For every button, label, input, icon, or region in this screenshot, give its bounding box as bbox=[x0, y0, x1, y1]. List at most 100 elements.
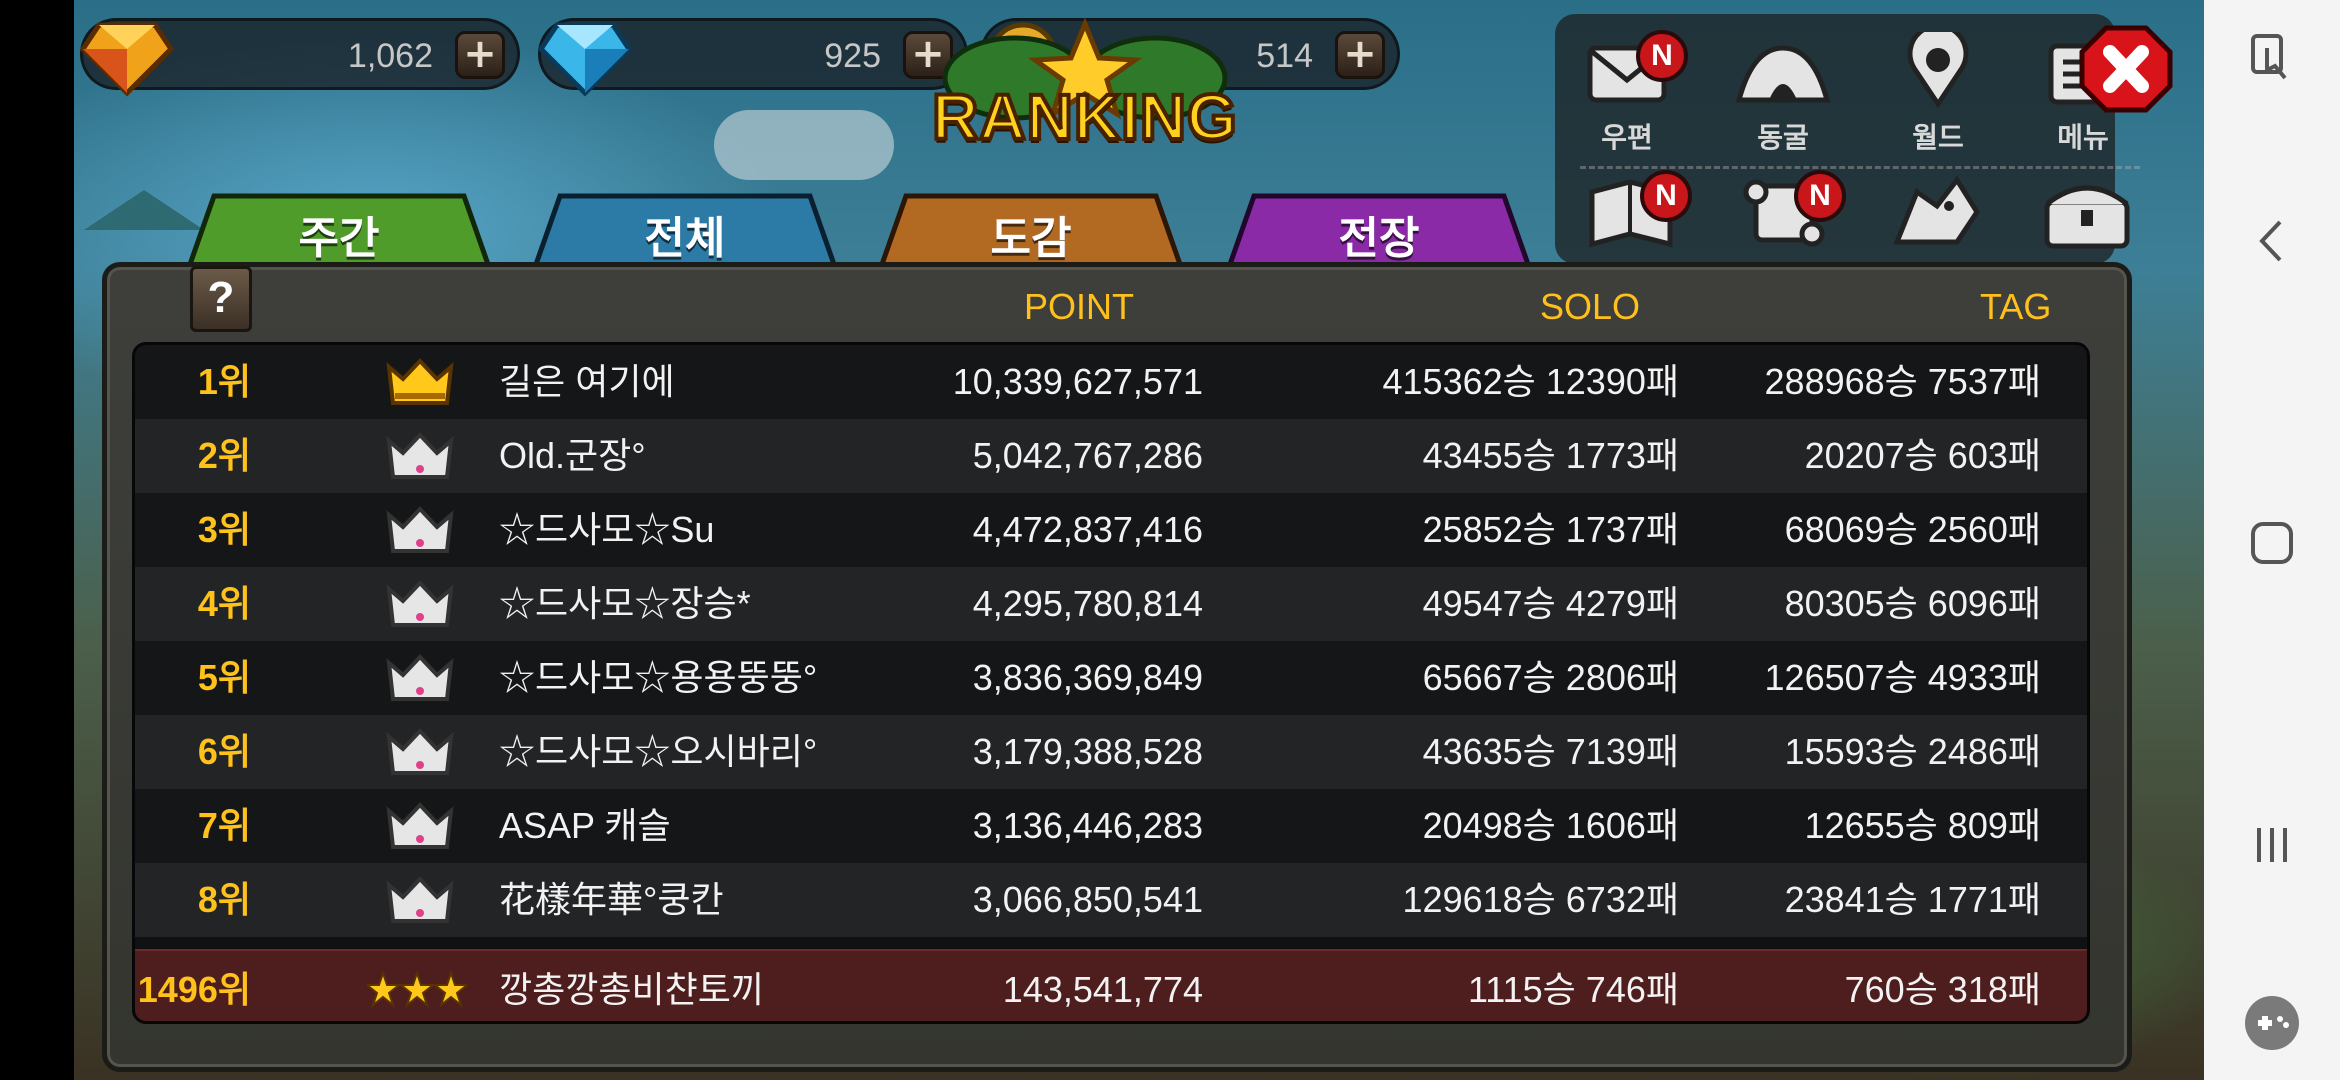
table-row[interactable]: 2위 Old.군장° 5,042,767,286 43455승 1773패 20… bbox=[135, 419, 2087, 493]
scroll-new-badge: N bbox=[1794, 170, 1846, 222]
close-icon bbox=[2079, 25, 2173, 113]
gold-crown-icon bbox=[386, 358, 454, 405]
world-pin-icon bbox=[1907, 23, 1969, 109]
my-solo-cell: 1115승 746패 bbox=[1467, 969, 1679, 1010]
recent-apps-button[interactable] bbox=[2204, 800, 2340, 890]
touch-lock-icon bbox=[2251, 34, 2287, 80]
tab-weekly[interactable]: 주간 bbox=[184, 190, 494, 270]
tab-battlefield[interactable]: 전장 bbox=[1224, 190, 1534, 270]
recent-apps-icon bbox=[2257, 828, 2287, 862]
add-gold-gem-button[interactable]: + bbox=[455, 31, 505, 79]
player-name-cell: ☆드사모☆Su bbox=[499, 509, 715, 550]
back-button[interactable] bbox=[2204, 196, 2340, 286]
tab-collection-label: 도감 bbox=[990, 213, 1072, 264]
diamond-icon bbox=[537, 22, 633, 97]
player-name-cell: 花樣年華°쿵칸 bbox=[499, 879, 724, 920]
player-name-cell: ☆드사모☆오시바리° bbox=[499, 731, 818, 772]
game-tools-button[interactable] bbox=[2204, 978, 2340, 1068]
table-row[interactable]: 3위 ☆드사모☆Su 4,472,837,416 25852승 1737패 68… bbox=[135, 493, 2087, 567]
ranking-title: RANKING bbox=[930, 79, 1239, 155]
game-controller-icon bbox=[2245, 996, 2299, 1050]
diamond-value: 925 bbox=[824, 37, 881, 75]
cave-icon bbox=[1735, 45, 1831, 103]
tag-cell: 23841승 1771패 bbox=[1784, 879, 2041, 920]
table-row[interactable]: 7위 ASAP 캐슬 3,136,446,283 20498승 1606패 12… bbox=[135, 789, 2087, 863]
solo-cell: 49547승 4279패 bbox=[1422, 583, 1679, 624]
close-button[interactable] bbox=[2078, 24, 2174, 114]
tab-weekly-label: 주간 bbox=[298, 213, 380, 264]
dragon-icon bbox=[1893, 175, 1980, 245]
rank-cell: 5위 bbox=[197, 657, 251, 698]
left-black-bar bbox=[0, 0, 74, 1080]
back-icon bbox=[2259, 220, 2282, 262]
gold-gem-icon bbox=[79, 22, 175, 97]
column-header-solo: SOLO bbox=[1540, 286, 1641, 327]
tag-cell: 68069승 2560패 bbox=[1784, 509, 2041, 550]
solo-cell: 129618승 6732패 bbox=[1402, 879, 1679, 920]
rank-cell: 2위 bbox=[197, 435, 251, 476]
silver-crown-icon bbox=[386, 506, 454, 553]
solo-cell: 43455승 1773패 bbox=[1422, 435, 1679, 476]
my-tag-cell: 760승 318패 bbox=[1844, 969, 2041, 1010]
ranking-logo: RANKING bbox=[895, 18, 1275, 168]
player-name-cell: Old.군장° bbox=[499, 435, 646, 476]
point-cell: 4,295,780,814 bbox=[972, 583, 1203, 624]
tab-all-label: 전체 bbox=[644, 213, 726, 264]
ranking-table: 1위 길은 여기에 10,339,627,571 415362승 12390패 … bbox=[132, 342, 2090, 1024]
tag-cell: 126507승 4933패 bbox=[1764, 657, 2041, 698]
three-stars-icon bbox=[367, 971, 467, 1008]
gold-gem-value: 1,062 bbox=[347, 37, 433, 75]
system-navigation-bar bbox=[2204, 0, 2340, 1080]
menu-world[interactable]: 월드 bbox=[1883, 23, 1993, 156]
point-cell: 3,836,369,849 bbox=[972, 657, 1203, 698]
silver-crown-icon bbox=[386, 580, 454, 627]
player-name-cell: ASAP 캐슬 bbox=[499, 805, 671, 846]
column-header-tag: TAG bbox=[1980, 286, 2052, 327]
player-name-cell: ☆드사모☆장승* bbox=[499, 583, 751, 624]
menu-world-label: 월드 bbox=[1912, 121, 1964, 154]
tab-all[interactable]: 전체 bbox=[530, 190, 840, 270]
tag-cell: 12655승 809패 bbox=[1804, 805, 2041, 846]
help-button[interactable]: ? bbox=[190, 266, 252, 332]
tab-battlefield-label: 전장 bbox=[1338, 213, 1420, 264]
mail-new-badge: N bbox=[1636, 30, 1688, 82]
table-row[interactable]: 1위 길은 여기에 10,339,627,571 415362승 12390패 … bbox=[135, 345, 2087, 419]
rank-cell: 6위 bbox=[197, 731, 251, 772]
table-row[interactable]: 4위 ☆드사모☆장승* 4,295,780,814 49547승 4279패 8… bbox=[135, 567, 2087, 641]
tag-cell: 15593승 2486패 bbox=[1784, 731, 2041, 772]
solo-cell: 43635승 7139패 bbox=[1422, 731, 1679, 772]
column-header-point: POINT bbox=[1024, 286, 1135, 327]
solo-cell: 415362승 12390패 bbox=[1382, 361, 1679, 402]
my-rank-row[interactable]: 1496위 깡총깡총비챤토끼 143,541,774 1115승 746패 76… bbox=[135, 949, 2087, 1021]
menu-cave[interactable]: 동굴 bbox=[1728, 38, 1838, 156]
table-row[interactable]: 8위 花樣年華°쿵칸 3,066,850,541 129618승 6732패 2… bbox=[135, 863, 2087, 937]
point-cell: 5,042,767,286 bbox=[972, 435, 1203, 476]
menu-chest[interactable] bbox=[2032, 172, 2142, 256]
silver-crown-icon bbox=[386, 876, 454, 923]
home-button[interactable] bbox=[2204, 498, 2340, 588]
tag-cell: 20207승 603패 bbox=[1804, 435, 2041, 476]
rank-cell: 8위 bbox=[197, 879, 251, 920]
rank-cell: 1위 bbox=[197, 361, 251, 402]
menu-divider bbox=[1580, 166, 2140, 169]
my-name-cell: 깡총깡총비챤토끼 bbox=[499, 969, 764, 1010]
menu-menu-label: 메뉴 bbox=[2057, 121, 2109, 154]
silver-crown-icon bbox=[386, 654, 454, 701]
my-point-cell: 143,541,774 bbox=[1002, 969, 1203, 1010]
table-row[interactable]: 5위 ☆드사모☆용용뚱뚱° 3,836,369,849 65667승 2806패… bbox=[135, 641, 2087, 715]
tag-cell: 80305승 6096패 bbox=[1784, 583, 2041, 624]
cloud-decoration bbox=[714, 110, 894, 180]
solo-cell: 20498승 1606패 bbox=[1422, 805, 1679, 846]
rank-cell: 4위 bbox=[197, 583, 251, 624]
home-icon bbox=[2251, 522, 2293, 564]
touch-lock-button[interactable] bbox=[2204, 12, 2340, 102]
rank-cell: 3위 bbox=[197, 509, 251, 550]
menu-dragon[interactable] bbox=[1882, 172, 1992, 256]
menu-cave-label: 동굴 bbox=[1757, 121, 1809, 154]
tab-collection[interactable]: 도감 bbox=[876, 190, 1186, 270]
player-name-cell: 길은 여기에 bbox=[499, 361, 675, 402]
table-row[interactable]: 6위 ☆드사모☆오시바리° 3,179,388,528 43635승 7139패… bbox=[135, 715, 2087, 789]
point-cell: 3,179,388,528 bbox=[972, 731, 1203, 772]
point-cell: 3,136,446,283 bbox=[972, 805, 1203, 846]
add-coin-button[interactable]: + bbox=[1335, 31, 1385, 79]
